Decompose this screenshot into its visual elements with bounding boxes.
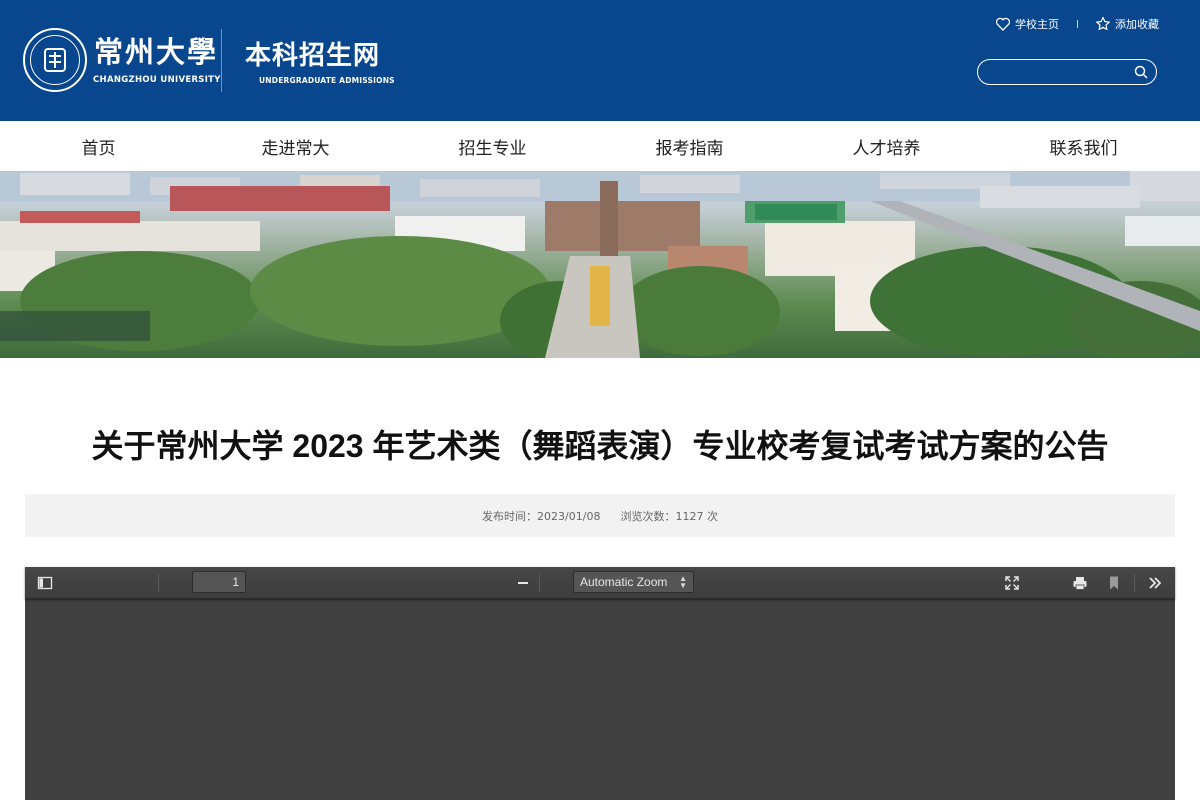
toolbar-separator — [1134, 574, 1135, 592]
campus-aerial-illustration — [0, 171, 1200, 358]
zoom-select[interactable]: Automatic Zoom ▲ ▼ — [573, 571, 694, 593]
site-name-cn[interactable]: 本科招生网 — [245, 40, 380, 72]
logo-divider — [221, 29, 222, 92]
search-input[interactable] — [988, 63, 1128, 81]
search-box — [977, 59, 1157, 85]
chevron-up-down-icon: ▲ ▼ — [679, 574, 687, 590]
bookmark-button[interactable] — [1102, 571, 1126, 595]
site-header: 常州大學 CHANGZHOU UNIVERSITY 本科招生网 UNDERGRA… — [0, 0, 1200, 121]
nav-item-majors[interactable]: 招生专业 — [394, 121, 591, 171]
tools-button[interactable] — [1143, 571, 1167, 595]
nav-item-guide[interactable]: 报考指南 — [591, 121, 788, 171]
article-meta-bar: 发布时间：2023/01/08 浏览次数：1127 次 — [25, 494, 1175, 537]
school-homepage-link[interactable]: 学校主页 — [995, 15, 1059, 33]
publish-time: 发布时间：2023/01/08 — [482, 509, 601, 523]
bookmark-icon — [1110, 576, 1118, 590]
zoom-select-value: Automatic Zoom — [580, 575, 668, 589]
sidebar-toggle-icon — [37, 576, 53, 590]
presentation-mode-button[interactable] — [1000, 571, 1024, 595]
university-emblem-icon[interactable] — [23, 28, 87, 92]
main-nav: 首页 走进常大 招生专业 报考指南 人才培养 联系我们 — [0, 121, 1200, 171]
article-title: 关于常州大学 2023 年艺术类（舞蹈表演）专业校考复试考试方案的公告 — [91, 428, 1109, 464]
nav-item-training[interactable]: 人才培养 — [788, 121, 985, 171]
zoom-out-button[interactable] — [511, 571, 535, 595]
pdf-viewer[interactable]: Automatic Zoom ▲▼ — [25, 567, 1175, 800]
view-count: 浏览次数：1127 次 — [620, 509, 718, 523]
pdf-toolbar: Automatic Zoom ▲▼ — [25, 567, 1175, 599]
add-favorite-label: 添加收藏 — [1115, 18, 1159, 31]
site-name-en: UNDERGRADUATE ADMISSIONS — [259, 76, 395, 85]
university-name-cn[interactable]: 常州大學 — [94, 34, 218, 70]
print-icon — [1073, 577, 1087, 590]
zoom-out-icon — [518, 582, 528, 584]
add-favorite-link[interactable]: 添加收藏 — [1095, 15, 1159, 33]
tools-icon — [1149, 577, 1162, 589]
emblem-glyph-icon — [44, 48, 66, 72]
top-link-separator — [1077, 20, 1078, 28]
sidebar-toggle-button[interactable] — [33, 571, 57, 595]
nav-item-home[interactable]: 首页 — [0, 121, 197, 171]
presentation-mode-icon — [1005, 576, 1019, 590]
search-icon[interactable] — [1134, 65, 1148, 79]
campus-banner-image — [0, 171, 1200, 358]
print-button[interactable] — [1068, 571, 1092, 595]
page-number-input[interactable] — [192, 571, 246, 593]
nav-item-about[interactable]: 走进常大 — [197, 121, 394, 171]
nav-item-contact[interactable]: 联系我们 — [985, 121, 1182, 171]
star-icon — [1096, 16, 1110, 31]
toolbar-separator — [539, 574, 540, 592]
toolbar-separator — [158, 574, 159, 592]
heart-icon — [995, 17, 1011, 31]
university-name-en: CHANGZHOU UNIVERSITY — [93, 75, 221, 85]
school-homepage-label: 学校主页 — [1015, 18, 1059, 31]
